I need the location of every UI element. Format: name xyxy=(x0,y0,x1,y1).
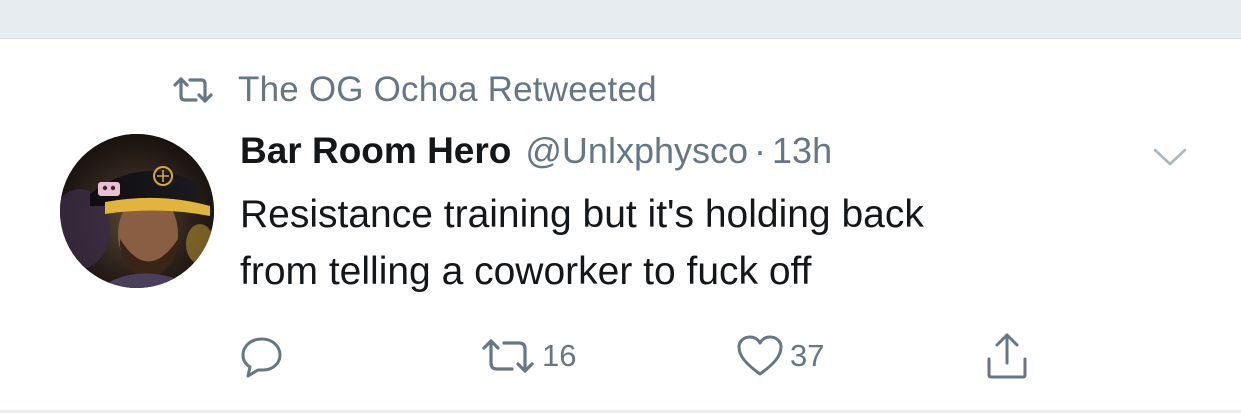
heart-icon xyxy=(737,335,783,376)
share-icon xyxy=(987,333,1027,379)
profile-photo xyxy=(60,134,214,288)
tweet-header: Bar Room Hero @Unlxphysco · 13h xyxy=(240,130,832,176)
retweeted-by-label: The OG Ochoa Retweeted xyxy=(238,70,657,109)
retweet-button[interactable]: 16 xyxy=(480,330,576,382)
retweet-count: 16 xyxy=(542,338,577,373)
tweet-actions: 16 37 xyxy=(240,330,1060,382)
user-handle[interactable]: @Unlxphysco xyxy=(525,130,748,172)
tweet-text: Resistance training but it's holding bac… xyxy=(240,193,924,293)
tweet-screen: The OG Ochoa Retweeted Bar Room Hero @Un… xyxy=(0,0,1241,413)
share-button[interactable] xyxy=(984,330,1036,382)
retweet-icon xyxy=(482,339,534,373)
reply-button[interactable] xyxy=(240,330,290,382)
like-count: 37 xyxy=(790,338,825,373)
top-divider xyxy=(0,0,1241,39)
display-name[interactable]: Bar Room Hero xyxy=(240,130,511,172)
like-button[interactable]: 37 xyxy=(736,330,824,382)
reply-icon xyxy=(241,337,282,378)
separator-dot: · xyxy=(754,130,767,171)
retweet-context[interactable]: The OG Ochoa Retweeted xyxy=(172,70,657,110)
avatar[interactable] xyxy=(60,134,214,288)
retweet-icon xyxy=(173,77,213,103)
timestamp[interactable]: 13h xyxy=(772,130,832,172)
chevron-down-icon[interactable] xyxy=(1150,140,1190,174)
